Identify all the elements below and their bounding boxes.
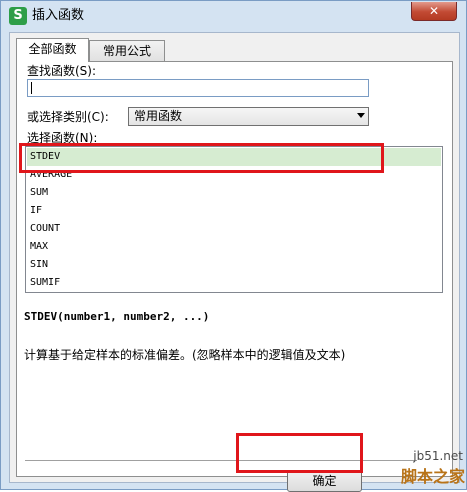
list-item-stdev[interactable]: STDEV	[27, 148, 441, 166]
ok-button[interactable]: 确定	[287, 470, 362, 492]
list-item-count[interactable]: COUNT	[27, 220, 441, 238]
close-button[interactable]: ✕	[411, 2, 457, 21]
app-logo-icon: S	[9, 7, 27, 25]
title-bar[interactable]: S 插入函数 ✕	[1, 1, 466, 31]
search-input[interactable]	[27, 79, 369, 97]
watermark-url: jb51.net	[413, 449, 463, 463]
function-signature: STDEV(number1, number2, ...)	[24, 310, 210, 323]
list-item-if[interactable]: IF	[27, 202, 441, 220]
watermark: jb51.net 脚本之家	[391, 447, 467, 489]
list-item-sin[interactable]: SIN	[27, 256, 441, 274]
tab-panel: 查找函数(S): 或选择类别(C): 常用函数 选择函数(N): STDEV A…	[16, 61, 453, 492]
insert-function-dialog: S 插入函数 ✕ 全部函数 常用公式 查找函数(S): 或选择类别(C): 常用…	[0, 0, 467, 492]
dialog-body: 全部函数 常用公式 查找函数(S): 或选择类别(C): 常用函数 选择函数(N…	[9, 32, 460, 492]
function-description: 计算基于给定样本的标准偏差。(忽略样本中的逻辑值及文本)	[24, 348, 346, 362]
search-label: 查找函数(S):	[27, 64, 97, 78]
category-select[interactable]: 常用函数	[128, 107, 369, 126]
dialog-title: 插入函数	[32, 8, 85, 23]
function-list[interactable]: STDEV AVERAGE SUM IF COUNT MAX SIN SUMIF	[25, 146, 443, 293]
list-item-sumif[interactable]: SUMIF	[27, 274, 441, 292]
category-label: 或选择类别(C):	[27, 110, 109, 124]
tab-all-functions[interactable]: 全部函数	[16, 38, 89, 62]
list-item-sum[interactable]: SUM	[27, 184, 441, 202]
watermark-brand: 脚本之家	[400, 467, 465, 486]
chevron-down-icon	[357, 113, 365, 118]
text-caret	[31, 82, 32, 94]
tab-common-formulas[interactable]: 常用公式	[89, 40, 165, 62]
function-list-label: 选择函数(N):	[27, 131, 98, 145]
list-item-max[interactable]: MAX	[27, 238, 441, 256]
list-item-average[interactable]: AVERAGE	[27, 166, 441, 184]
divider	[25, 460, 417, 461]
category-selected-value: 常用函数	[134, 109, 183, 123]
